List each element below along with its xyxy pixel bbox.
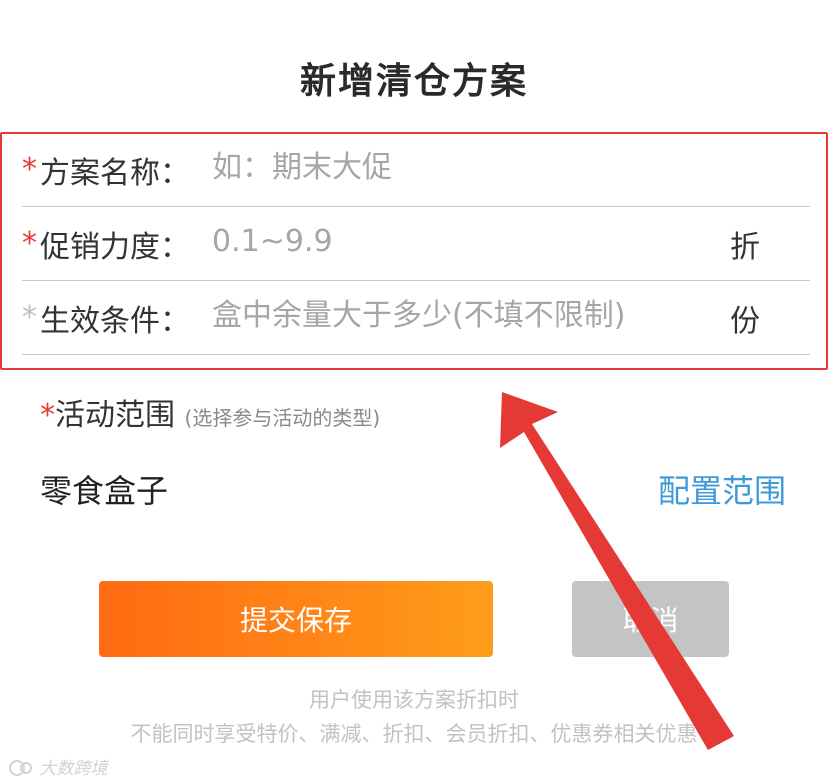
- form-row-plan-name: * 方案名称：: [22, 134, 810, 207]
- brand-logo-icon: [9, 760, 32, 776]
- submit-save-button[interactable]: 提交保存: [99, 581, 493, 657]
- optional-mark: *: [22, 300, 37, 335]
- condition-unit: 份: [730, 304, 760, 339]
- form-highlight-box: * 方案名称： * 促销力度： 折 * 生效条件： 份: [0, 132, 828, 370]
- page-title: 新增清仓方案: [299, 61, 528, 102]
- form-row-condition: * 生效条件： 份: [22, 282, 810, 355]
- plan-name-input[interactable]: [212, 150, 692, 185]
- condition-label: 生效条件：: [40, 304, 190, 339]
- discount-input[interactable]: [212, 224, 692, 259]
- scope-label: 活动范围: [55, 398, 175, 433]
- scope-item: 零食盒子: [40, 472, 169, 510]
- watermark: 大数跨境: [8, 754, 107, 779]
- required-mark: *: [40, 398, 55, 433]
- required-mark: *: [22, 152, 37, 187]
- scope-heading: *活动范围 (选择参与活动的类型): [40, 390, 380, 434]
- plan-name-label: 方案名称：: [40, 156, 190, 191]
- notice-line-2: 不能同时享受特价、满减、折扣、会员折扣、优惠券相关优惠: [130, 722, 698, 746]
- cancel-button[interactable]: 取消: [572, 581, 729, 657]
- notice-line-1: 用户使用该方案折扣时: [309, 688, 519, 712]
- condition-input[interactable]: [212, 298, 692, 333]
- discount-label: 促销力度：: [40, 230, 190, 265]
- discount-unit: 折: [730, 230, 760, 265]
- form-row-discount: * 促销力度： 折: [22, 208, 810, 281]
- watermark-text: 大数跨境: [39, 759, 108, 779]
- scope-hint: (选择参与活动的类型): [184, 406, 381, 430]
- configure-scope-link[interactable]: 配置范围: [658, 466, 786, 512]
- required-mark: *: [22, 226, 37, 261]
